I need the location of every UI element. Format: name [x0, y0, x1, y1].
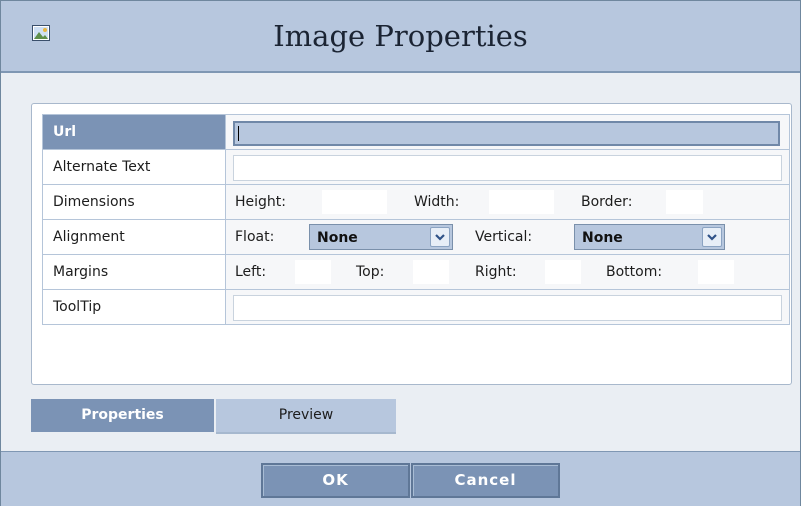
tooltip-input[interactable] — [233, 295, 782, 321]
properties-panel: Url Alternate Text Dimensions Height: Wi… — [31, 103, 792, 385]
chevron-down-icon[interactable] — [702, 227, 722, 247]
float-select[interactable]: None — [309, 224, 453, 250]
float-label: Float: — [235, 229, 275, 245]
alternate-text-label: Alternate Text — [42, 149, 226, 185]
width-input[interactable] — [489, 190, 554, 214]
properties-table: Url Alternate Text Dimensions Height: Wi… — [42, 114, 790, 325]
tab-preview[interactable]: Preview — [216, 399, 396, 434]
tooltip-row: ToolTip — [42, 289, 790, 325]
alignment-label: Alignment — [42, 219, 226, 255]
cancel-button[interactable]: Cancel — [411, 463, 560, 498]
top-margin-input[interactable] — [413, 260, 449, 284]
chevron-down-icon[interactable] — [430, 227, 450, 247]
margins-label: Margins — [42, 254, 226, 290]
tab-properties[interactable]: Properties — [31, 399, 214, 432]
bottom-margin-input[interactable] — [698, 260, 734, 284]
button-bar: OK Cancel — [1, 451, 800, 506]
height-input[interactable] — [322, 190, 387, 214]
border-label: Border: — [581, 194, 633, 210]
bottom-margin-label: Bottom: — [606, 264, 663, 280]
border-input[interactable] — [666, 190, 703, 214]
url-input[interactable] — [233, 121, 780, 146]
text-caret — [238, 126, 239, 141]
right-margin-input[interactable] — [545, 260, 581, 284]
top-margin-label: Top: — [356, 264, 385, 280]
url-label: Url — [42, 114, 226, 150]
left-margin-input[interactable] — [295, 260, 331, 284]
dialog-title: Image Properties — [273, 19, 528, 53]
tooltip-label: ToolTip — [42, 289, 226, 325]
alternate-text-input[interactable] — [233, 155, 782, 181]
vertical-select-value: None — [582, 230, 623, 246]
alignment-row: Alignment Float: None Vertical: None — [42, 219, 790, 255]
float-select-value: None — [317, 230, 358, 246]
url-row: Url — [42, 114, 790, 150]
width-label: Width: — [414, 194, 460, 210]
image-properties-dialog: Image Properties Url Alternate Text Dime… — [0, 0, 801, 506]
title-bar: Image Properties — [1, 1, 800, 73]
vertical-select[interactable]: None — [574, 224, 725, 250]
ok-button[interactable]: OK — [261, 463, 410, 498]
left-margin-label: Left: — [235, 264, 267, 280]
dimensions-row: Dimensions Height: Width: Border: — [42, 184, 790, 220]
height-label: Height: — [235, 194, 286, 210]
margins-row: Margins Left: Top: Right: Bottom: — [42, 254, 790, 290]
alternate-text-row: Alternate Text — [42, 149, 790, 185]
vertical-label: Vertical: — [475, 229, 533, 245]
dimensions-label: Dimensions — [42, 184, 226, 220]
right-margin-label: Right: — [475, 264, 517, 280]
